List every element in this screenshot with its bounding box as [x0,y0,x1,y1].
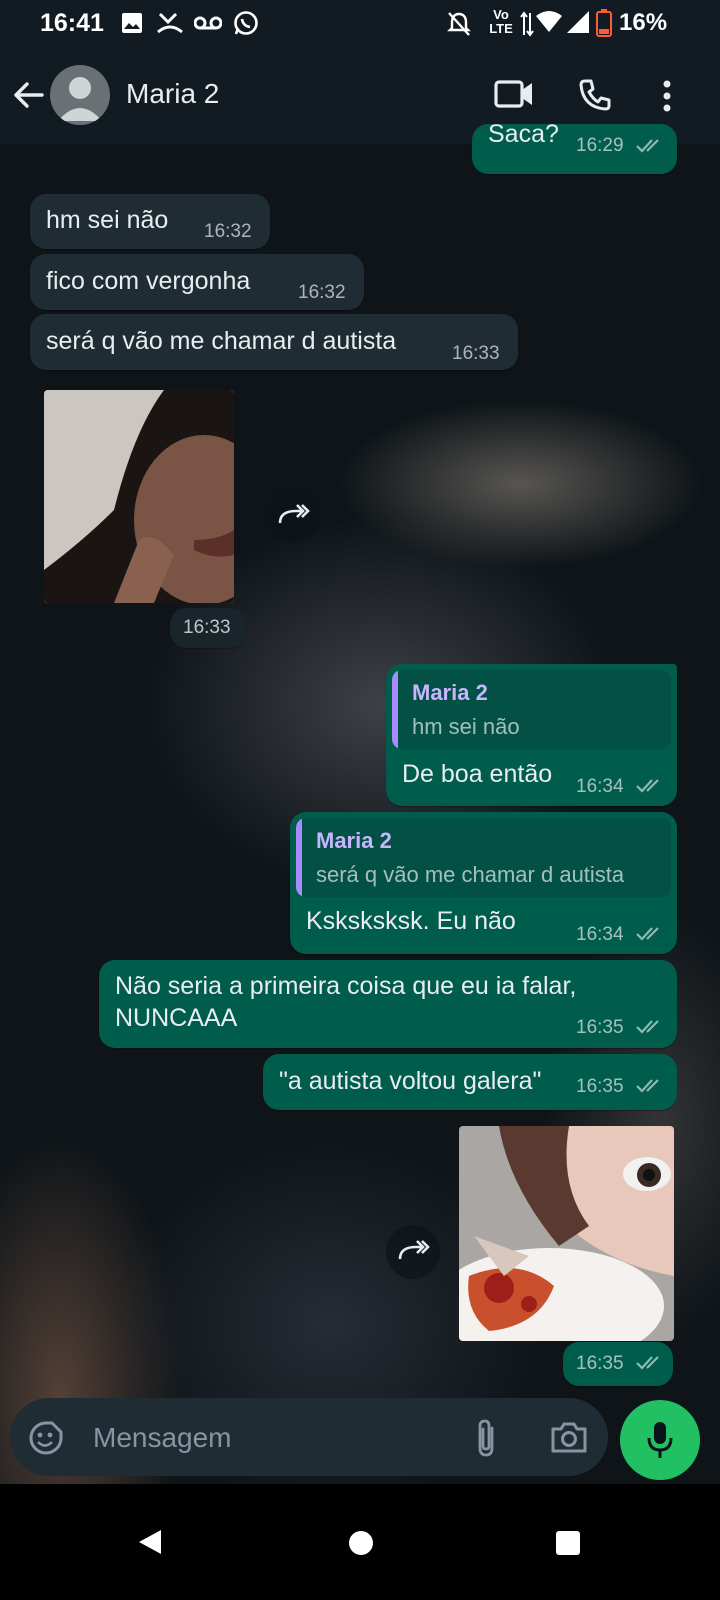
chat-wallpaper: Saca? 16:29 hm sei não 16:32 fico com ve… [0,120,720,1516]
message-bubble-out-reply[interactable]: Maria 2 hm sei não De boa então 16:34 [386,664,677,806]
message-time: 16:35 [576,1076,624,1097]
message-input-placeholder[interactable]: Mensagem [93,1422,232,1454]
system-nav-bar [0,1484,720,1600]
wifi-icon [536,11,562,32]
read-ticks-icon [636,139,659,153]
read-ticks-icon [636,1020,659,1034]
message-time: 16:35 [576,1017,624,1038]
forward-icon [278,504,310,524]
nav-home-icon[interactable] [348,1530,374,1556]
message-time: 16:35 [576,1353,624,1374]
message-composer[interactable]: Mensagem [10,1398,608,1476]
mic-button[interactable] [620,1400,700,1480]
quote-author: Maria 2 [412,680,488,705]
message-text: será q vão me chamar d autista [46,327,397,355]
nav-recents-icon[interactable] [555,1530,581,1556]
forward-icon [398,1240,430,1260]
message-text-line: Não seria a primeira coisa que eu ia fal… [115,972,577,1000]
message-text: hm sei não [46,206,169,234]
message-bubble-in[interactable]: será q vão me chamar d autista 16:33 [30,314,518,370]
read-ticks-icon [636,1079,659,1093]
mic-icon [647,1422,673,1458]
message-bubble-out[interactable]: "a autista voltou galera" 16:35 [263,1054,677,1110]
message-time: 16:33 [183,617,231,638]
emoji-icon[interactable] [28,1420,64,1456]
contact-name[interactable]: Maria 2 [126,78,219,110]
missed-call-icon [157,12,183,34]
message-time: 16:34 [576,924,624,945]
image-time-chip: 16:35 [563,1342,673,1386]
mute-icon [447,12,471,36]
selfie-photo [44,390,234,603]
message-text-line: NUNCAAA [115,1004,238,1032]
message-bubble-in[interactable]: hm sei não 16:32 [30,194,270,249]
image-time-chip: 16:33 [170,608,246,648]
read-ticks-icon [636,1356,659,1370]
avatar[interactable] [50,65,110,125]
quote-text: hm sei não [412,714,520,739]
quoted-message[interactable]: Maria 2 hm sei não [392,670,671,749]
message-time: 16:32 [298,282,346,303]
message-text: Ksksksksk. Eu não [306,907,516,935]
quoted-message[interactable]: Maria 2 será q vão me chamar d autista [296,818,671,897]
forward-button[interactable] [266,489,320,543]
message-bubble-in[interactable]: fico com vergonha 16:32 [30,254,364,310]
back-arrow-icon[interactable] [12,78,46,112]
quote-author: Maria 2 [316,828,392,853]
quote-bar [296,818,302,897]
voice-call-icon[interactable] [578,78,612,112]
child-pizza-photo [459,1126,674,1341]
message-text: De boa então [402,760,553,788]
message-bubble-out-reply[interactable]: Maria 2 será q vão me chamar d autista K… [290,812,677,954]
data-arrows-icon [520,11,534,37]
camera-icon[interactable] [550,1420,588,1454]
message-text: "a autista voltou galera" [279,1067,542,1095]
network-type: Vo LTE [489,7,513,36]
whatsapp-icon [234,11,258,35]
quote-bar [392,670,398,749]
battery-icon [596,9,612,37]
default-avatar-icon [58,77,102,121]
status-time: 16:41 [40,9,104,37]
battery-percent: 16% [619,9,668,36]
message-bubble-out[interactable]: Não seria a primeira coisa que eu ia fal… [99,960,677,1048]
message-image-in[interactable] [44,390,234,603]
forward-button[interactable] [386,1225,440,1279]
message-text: Saca? [488,120,559,148]
attach-icon[interactable] [475,1418,499,1458]
status-bar: 16:41 Vo LTE 16% [0,0,720,48]
more-options-icon[interactable] [662,80,672,112]
video-call-icon[interactable] [494,79,534,109]
gallery-icon [122,13,142,33]
message-time: 16:34 [576,776,624,797]
message-image-out[interactable] [459,1126,674,1341]
nav-back-icon[interactable] [137,1528,163,1556]
read-ticks-icon [636,927,659,941]
voicemail-icon [194,16,222,30]
message-time: 16:33 [452,343,500,364]
message-bubble-out[interactable]: Saca? 16:29 [472,120,677,174]
quote-text: será q vão me chamar d autista [316,862,625,887]
message-time: 16:32 [204,221,252,242]
read-ticks-icon [636,779,659,793]
message-time: 16:29 [576,135,624,156]
signal-icon [567,11,589,33]
message-text: fico com vergonha [46,267,251,295]
